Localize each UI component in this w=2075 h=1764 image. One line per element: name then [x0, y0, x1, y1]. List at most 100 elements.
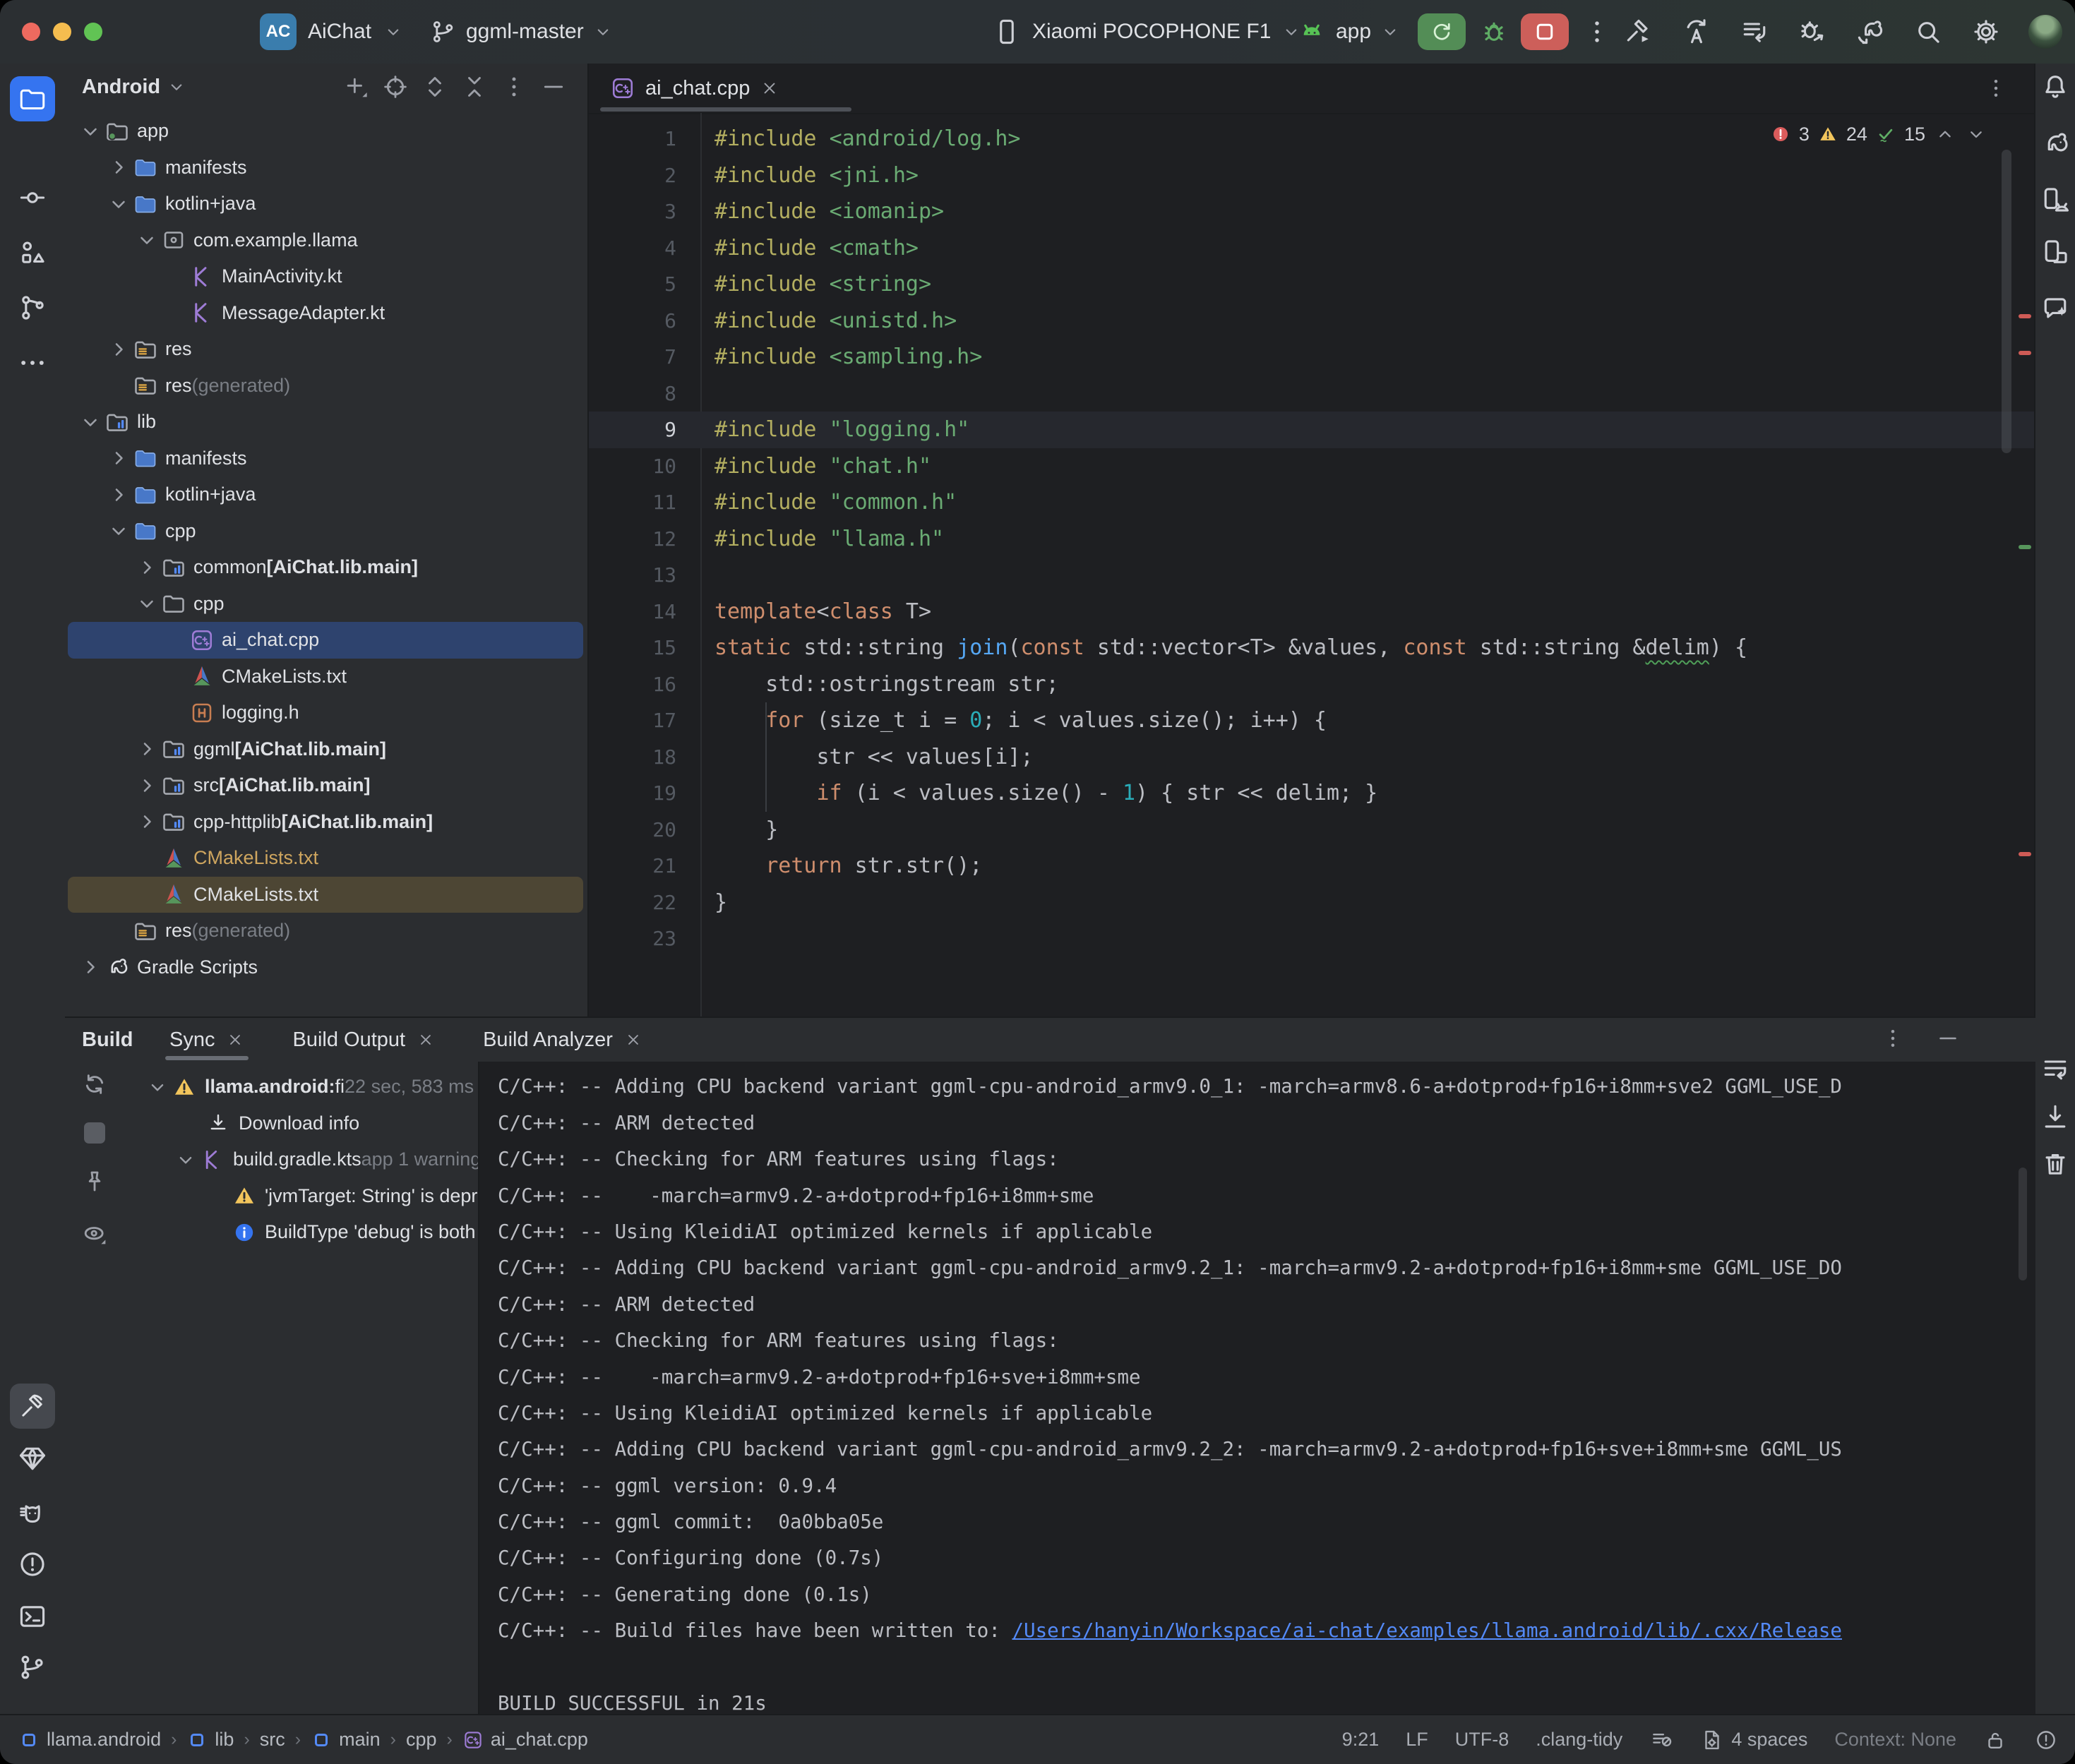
sync-tree-item[interactable]: build.gradle.kts app 1 warning	[120, 1141, 478, 1178]
chevron-right-icon[interactable]	[106, 445, 131, 471]
project-tree-item-cmakelists-txt[interactable]: CMakeLists.txt	[68, 659, 583, 695]
project-tree-item-res[interactable]: res (generated)	[68, 913, 583, 949]
chevron-down-icon[interactable]	[78, 119, 103, 144]
more-actions-menu[interactable]	[1581, 16, 1613, 47]
pin-tab-icon[interactable]	[80, 1168, 109, 1196]
editor-tab[interactable]: ai_chat.cpp	[599, 64, 791, 113]
tab-scrollbar-thumb[interactable]	[600, 107, 851, 112]
chevron-right-icon[interactable]	[106, 482, 131, 508]
build-console[interactable]: C/C++: -- Using KleidiAI optimized kerne…	[479, 1062, 2035, 1717]
change-stripe-mark[interactable]	[2019, 545, 2031, 549]
add-icon[interactable]	[342, 73, 370, 101]
close-tab-icon[interactable]	[226, 1031, 244, 1049]
app-quality-insights-button[interactable]	[17, 1443, 48, 1474]
sync-tree-item[interactable]: 'jvmTarget: String' is deprec	[120, 1178, 478, 1215]
chevron-right-icon[interactable]	[106, 337, 131, 362]
lock-open-icon[interactable]	[1983, 1728, 2007, 1752]
project-tree-item-mainactivity-kt[interactable]: MainActivity.kt	[68, 258, 583, 295]
re-sync-icon[interactable]	[80, 1070, 109, 1098]
chevron-down-icon[interactable]	[134, 227, 160, 253]
settings-gear-icon[interactable]	[1971, 16, 2002, 47]
more-tool-windows-button[interactable]	[17, 347, 48, 378]
chevron-right-icon[interactable]	[134, 809, 160, 834]
hide-panel-icon[interactable]	[539, 73, 568, 101]
attach-debugger-icon[interactable]	[1797, 16, 1828, 47]
hide-build-panel-icon[interactable]	[1935, 1026, 1961, 1051]
chevron-down-icon[interactable]	[134, 591, 160, 616]
zoom-window-button[interactable]	[84, 23, 102, 41]
project-tree-item-ai-chat-cpp[interactable]: ai_chat.cpp	[68, 622, 583, 659]
project-tree-item-cpp-httplib[interactable]: cpp-httplib [AiChat.lib.main]	[68, 804, 583, 841]
chevron-down-icon[interactable]	[145, 1075, 169, 1099]
debug-button[interactable]	[1478, 16, 1509, 47]
scroll-to-end-icon[interactable]	[2040, 1101, 2071, 1132]
project-tree-item-cpp[interactable]: cpp	[68, 513, 583, 550]
formatter-icon[interactable]	[1649, 1728, 1673, 1752]
chevron-down-icon[interactable]	[106, 518, 131, 544]
minimize-window-button[interactable]	[53, 23, 71, 41]
logcat-tool-button[interactable]	[17, 1496, 48, 1528]
gradle-sync-icon[interactable]	[1855, 16, 1886, 47]
check-icon[interactable]	[1876, 124, 1896, 144]
project-tree-item-manifests[interactable]: manifests	[68, 150, 583, 186]
editor-scrollbar-thumb[interactable]	[2002, 150, 2011, 453]
project-view-selector[interactable]: Android	[82, 76, 187, 99]
project-tree-item-lib[interactable]: lib	[68, 404, 583, 440]
project-tree-item-kotlin-java[interactable]: kotlin+java	[68, 476, 583, 513]
project-tree-item-logging-h[interactable]: logging.h	[68, 695, 583, 731]
build-options-menu[interactable]	[1880, 1026, 1906, 1051]
close-tab-icon[interactable]	[417, 1031, 435, 1049]
editor-options-menu[interactable]	[1983, 76, 2009, 101]
rerun-button[interactable]	[1418, 13, 1466, 50]
project-tree-item-ggml[interactable]: ggml [AiChat.lib.main]	[68, 731, 583, 768]
notifications-bell-icon[interactable]	[2040, 71, 2071, 102]
project-tool-button[interactable]	[10, 76, 55, 121]
version-control-tool-button[interactable]	[17, 1652, 48, 1683]
breadcrumb-cpp[interactable]: cpp	[406, 1729, 437, 1751]
error-icon[interactable]	[1771, 124, 1790, 144]
warning-icon[interactable]	[1818, 124, 1838, 144]
device-manager-button[interactable]	[2040, 184, 2071, 215]
line-ending[interactable]: LF	[1406, 1729, 1428, 1751]
file-encoding[interactable]: UTF-8	[1455, 1729, 1509, 1751]
running-devices-button[interactable]	[2040, 236, 2071, 268]
build-tool-button[interactable]	[10, 1384, 55, 1429]
close-tab-icon[interactable]	[624, 1031, 642, 1049]
code-area[interactable]: 1234567891011121314151617181920212223 #i…	[589, 113, 2037, 1016]
expand-all-icon[interactable]	[421, 73, 449, 101]
error-stripe-mark[interactable]	[2019, 852, 2031, 856]
sync-tree-item[interactable]: Download info	[120, 1105, 478, 1142]
project-widget[interactable]: AC AiChat	[260, 0, 404, 64]
chevron-right-icon[interactable]	[78, 954, 103, 980]
clear-console-icon[interactable]	[2040, 1148, 2071, 1180]
commit-tool-button[interactable]	[17, 182, 48, 213]
build-output-path-link[interactable]: /Users/hanyin/Workspace/ai-chat/examples…	[1012, 1619, 1842, 1642]
project-tree-item-kotlin-java[interactable]: kotlin+java	[68, 186, 583, 222]
clang-tidy-widget[interactable]: .clang-tidy	[1536, 1729, 1622, 1751]
breadcrumb-ai-chat-cpp[interactable]: ai_chat.cpp	[462, 1729, 588, 1751]
apply-code-changes-icon[interactable]	[1739, 16, 1770, 47]
previous-problem-icon[interactable]	[1934, 123, 1956, 145]
chevron-down-icon[interactable]	[78, 409, 103, 435]
project-tree-item-app[interactable]: app	[68, 113, 583, 150]
inspections-status-icon[interactable]	[2034, 1728, 2058, 1752]
project-tree-item-messageadapter-kt[interactable]: MessageAdapter.kt	[68, 295, 583, 332]
device-selector[interactable]: Xiaomi POCOPHONE F1	[991, 0, 1302, 64]
build-tab-build-analyzer[interactable]: Build Analyzer	[479, 1018, 647, 1062]
apply-changes-icon[interactable]	[1681, 16, 1712, 47]
view-options-eye-icon[interactable]	[80, 1220, 109, 1248]
build-run-icon[interactable]	[1623, 16, 1654, 47]
error-stripe-mark[interactable]	[2019, 351, 2031, 355]
breadcrumb-src[interactable]: src	[260, 1729, 285, 1751]
chevron-down-icon[interactable]	[174, 1148, 198, 1172]
run-configuration-selector[interactable]: app	[1296, 0, 1401, 64]
project-tree-item-common[interactable]: common [AiChat.lib.main]	[68, 549, 583, 586]
console-scrollbar-thumb[interactable]	[2019, 1168, 2027, 1280]
vcs-branch-widget[interactable]: ggml-master	[429, 0, 614, 64]
next-problem-icon[interactable]	[1965, 123, 1987, 145]
sync-tree-item[interactable]: llama.android: fi22 sec, 583 ms	[120, 1069, 478, 1105]
collapse-all-icon[interactable]	[460, 73, 489, 101]
structure-tool-button[interactable]	[17, 237, 48, 268]
user-avatar[interactable]	[2028, 15, 2062, 49]
project-tree-item-src[interactable]: src [AiChat.lib.main]	[68, 767, 583, 804]
